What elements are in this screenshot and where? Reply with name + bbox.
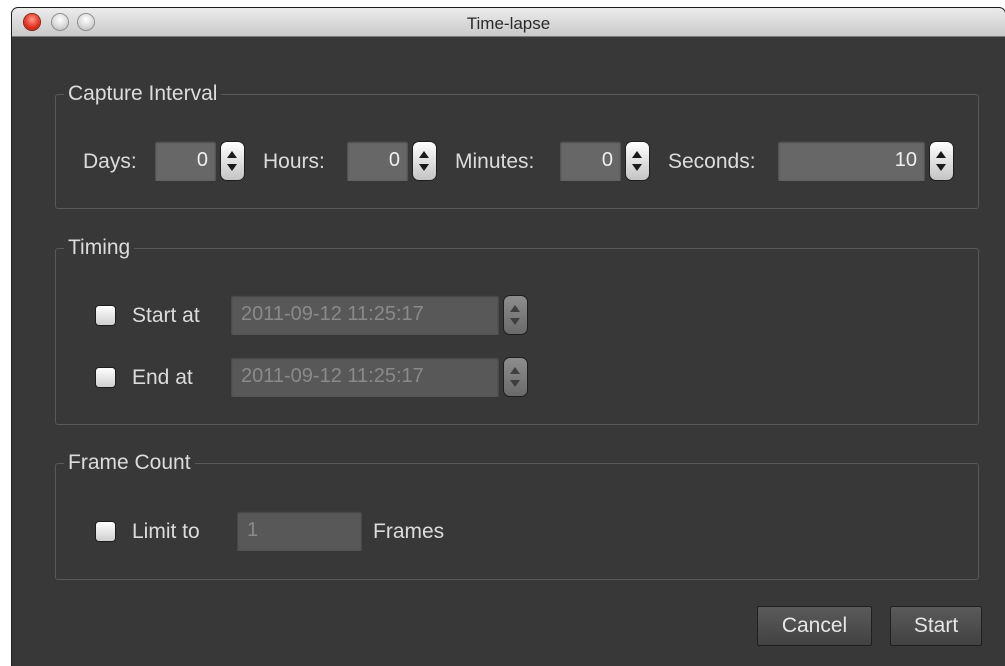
decrement-arrow-icon[interactable] [632, 164, 642, 171]
end-at-datetime-field[interactable]: 2011-09-12 11:25:17 [231, 357, 499, 397]
timing-group: Timing Start at 2011-09-12 11:25:17 End … [55, 236, 979, 425]
end-at-label: End at [132, 366, 193, 389]
capture-interval-legend: Capture Interval [64, 82, 222, 106]
limit-frames-checkbox[interactable] [96, 522, 115, 541]
frame-count-legend: Frame Count [64, 451, 195, 475]
frames-label: Frames [373, 520, 445, 543]
hours-label: Hours: [263, 150, 325, 173]
window-title: Time-lapse [466, 14, 551, 33]
hours-field[interactable]: 0 [347, 141, 408, 181]
end-at-stepper[interactable] [504, 358, 527, 396]
decrement-arrow-icon[interactable] [510, 380, 520, 387]
start-at-checkbox[interactable] [96, 306, 115, 325]
hours-stepper[interactable] [413, 142, 436, 180]
decrement-arrow-icon[interactable] [510, 318, 520, 325]
increment-arrow-icon[interactable] [227, 151, 237, 158]
increment-arrow-icon[interactable] [510, 367, 520, 374]
timing-legend: Timing [64, 236, 135, 260]
days-field[interactable]: 0 [155, 141, 216, 181]
start-at-datetime-field[interactable]: 2011-09-12 11:25:17 [231, 295, 499, 335]
start-button[interactable]: Start [890, 606, 982, 646]
seconds-stepper[interactable] [930, 142, 953, 180]
days-stepper[interactable] [221, 142, 244, 180]
decrement-arrow-icon[interactable] [419, 164, 429, 171]
start-at-stepper[interactable] [504, 296, 527, 334]
minutes-stepper[interactable] [626, 142, 649, 180]
cancel-button[interactable]: Cancel [757, 606, 872, 646]
limit-to-label: Limit to [132, 520, 200, 543]
decrement-arrow-icon[interactable] [936, 164, 946, 171]
seconds-field[interactable]: 10 [778, 141, 925, 181]
increment-arrow-icon[interactable] [632, 151, 642, 158]
end-at-checkbox[interactable] [96, 368, 115, 387]
frame-limit-field[interactable]: 1 [237, 511, 362, 551]
increment-arrow-icon[interactable] [419, 151, 429, 158]
seconds-label: Seconds: [668, 150, 756, 173]
minutes-field[interactable]: 0 [560, 141, 621, 181]
increment-arrow-icon[interactable] [936, 151, 946, 158]
minutes-label: Minutes: [455, 150, 535, 173]
title-bar: Time-lapse [12, 8, 1005, 37]
start-at-label: Start at [132, 304, 200, 327]
decrement-arrow-icon[interactable] [227, 164, 237, 171]
days-label: Days: [83, 150, 137, 173]
increment-arrow-icon[interactable] [510, 305, 520, 312]
time-lapse-window: Time-lapse Capture Interval Days: 0 Hour… [12, 8, 1005, 666]
frame-count-group: Frame Count Limit to 1 Frames [55, 451, 979, 580]
capture-interval-group: Capture Interval Days: 0 Hours: 0 Minute… [55, 82, 979, 209]
